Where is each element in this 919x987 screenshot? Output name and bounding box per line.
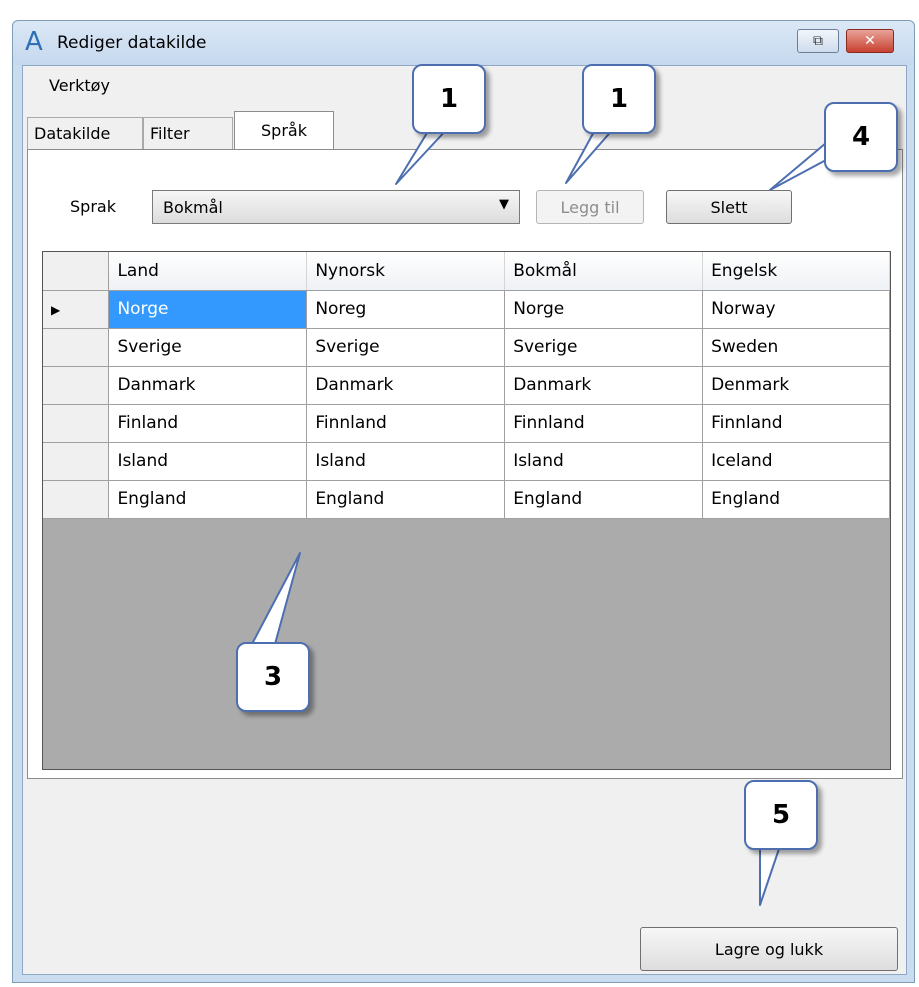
callout-badge: 4 [824, 102, 898, 172]
callout-pointer-3 [251, 552, 301, 645]
callout-pointer-4 [769, 142, 827, 191]
callout-pointer-1b [565, 127, 615, 184]
callout-badge: 5 [744, 780, 818, 850]
callout-badge: 1 [412, 64, 486, 134]
callout-pointer-1a [395, 127, 449, 185]
callout-badge: 3 [236, 642, 310, 712]
callout-badge: 1 [582, 64, 656, 134]
